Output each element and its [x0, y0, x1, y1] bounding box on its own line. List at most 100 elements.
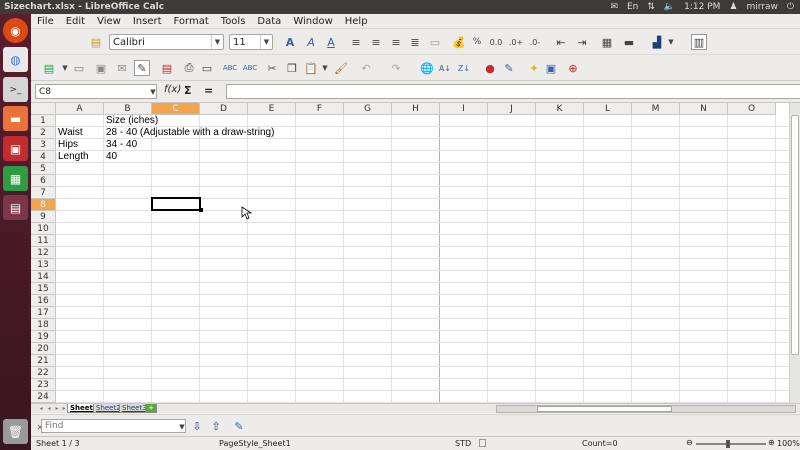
zoom-in-icon[interactable]: ⊕ [768, 438, 775, 447]
menu-data[interactable]: Data [251, 16, 287, 27]
select-all-corner[interactable] [31, 103, 56, 115]
cell-b2[interactable]: 28 - 40 (Adjustable with a draw-string) [104, 127, 274, 139]
redo-icon[interactable]: ↷ [388, 60, 404, 76]
column-header-c[interactable]: C [152, 103, 200, 115]
copy-icon[interactable]: ❐ [284, 60, 300, 76]
menu-insert[interactable]: Insert [127, 16, 168, 27]
row-header[interactable]: 15 [31, 283, 56, 295]
column-header-a[interactable]: A [56, 103, 104, 115]
sum-button[interactable]: Σ [184, 84, 192, 97]
spreadsheet-grid[interactable]: A B C D E F G H I J K L M N O 1 2 3 4 5 … [31, 103, 800, 403]
dash-icon[interactable]: ◉ [3, 18, 28, 43]
function-wizard-button[interactable]: f(x) [164, 84, 181, 95]
row-header[interactable]: 7 [31, 187, 56, 199]
row-header[interactable]: 12 [31, 247, 56, 259]
align-center-icon[interactable]: ≡ [368, 34, 384, 50]
column-header-l[interactable]: L [584, 103, 632, 115]
menu-view[interactable]: View [91, 16, 127, 27]
find-previous-icon[interactable]: ⇧ [208, 418, 224, 434]
column-header-f[interactable]: F [296, 103, 344, 115]
column-header-o[interactable]: O [728, 103, 776, 115]
column-header-i[interactable]: I [440, 103, 488, 115]
cut-icon[interactable]: ✂ [264, 60, 280, 76]
column-header-d[interactable]: D [200, 103, 248, 115]
column-header-b[interactable]: B [104, 103, 152, 115]
decrease-indent-icon[interactable]: ⇤ [553, 34, 569, 50]
styles-icon[interactable]: ▤ [88, 34, 104, 50]
keyboard-icon[interactable]: En [627, 2, 638, 12]
menu-format[interactable]: Format [168, 16, 215, 27]
underline-icon[interactable]: A [323, 34, 339, 50]
terminal-icon[interactable]: >_ [3, 77, 28, 102]
find-replace-icon[interactable]: ✎ [231, 418, 247, 434]
background-color-icon[interactable]: ▬ [621, 34, 637, 50]
column-header-j[interactable]: J [488, 103, 536, 115]
cell-a3[interactable]: Hips [56, 139, 78, 151]
chevron-down-icon[interactable]: ▼ [174, 419, 190, 435]
volume-icon[interactable]: 🔈 [664, 2, 675, 12]
column-header-e[interactable]: E [248, 103, 296, 115]
delete-decimal-icon[interactable]: .0- [527, 34, 543, 50]
cell-a2[interactable]: Waist [56, 127, 83, 139]
zoom-level[interactable]: 100% [777, 439, 800, 448]
cell-b1[interactable]: Size (iches) [104, 115, 158, 127]
export-pdf-icon[interactable]: ▤ [159, 60, 175, 76]
autospell-icon[interactable]: ABC [242, 60, 258, 76]
open-icon[interactable]: ▭ [71, 60, 87, 76]
files-icon[interactable]: ▬ [3, 106, 28, 131]
align-right-icon[interactable]: ≡ [388, 34, 404, 50]
row-header[interactable]: 23 [31, 379, 56, 391]
mail-icon[interactable]: ✉ [610, 2, 618, 12]
number-format-icon[interactable]: 0.0 [488, 34, 504, 50]
sort-ascending-icon[interactable]: A↓ [437, 60, 453, 76]
row-header[interactable]: 5 [31, 163, 56, 175]
row-header[interactable]: 11 [31, 235, 56, 247]
zoom-slider-handle[interactable] [726, 440, 730, 448]
impress-icon[interactable]: ▤ [3, 195, 28, 220]
row-header[interactable]: 10 [31, 223, 56, 235]
trash-icon[interactable]: 🗑 [3, 419, 28, 444]
cell-b3[interactable]: 34 - 40 [104, 139, 137, 151]
chevron-down-icon[interactable]: ▼ [145, 84, 161, 100]
selected-cell-c8[interactable] [151, 197, 201, 211]
calc-icon[interactable]: ▦ [3, 166, 28, 191]
percent-icon[interactable]: % [469, 34, 485, 50]
borders-icon[interactable]: ▦ [599, 34, 615, 50]
menu-help[interactable]: Help [339, 16, 374, 27]
navigator-icon[interactable]: ✦ [526, 60, 542, 76]
chevron-down-icon[interactable]: ▼ [260, 35, 272, 49]
zoom-slider[interactable] [696, 443, 766, 445]
app-icon[interactable]: ▣ [3, 136, 28, 161]
toolbar-options-icon[interactable]: ▥ [691, 34, 707, 50]
row-header[interactable]: 6 [31, 175, 56, 187]
row-header[interactable]: 3 [31, 139, 56, 151]
cell-a4[interactable]: Length [56, 151, 89, 163]
help-icon[interactable]: ⊕ [565, 60, 581, 76]
menu-window[interactable]: Window [287, 16, 338, 27]
zoom-out-icon[interactable]: ⊖ [686, 438, 693, 447]
currency-icon[interactable]: 💰 [451, 34, 467, 50]
row-header[interactable]: 21 [31, 355, 56, 367]
pivot-table-icon[interactable]: ✎ [501, 60, 517, 76]
bold-icon[interactable]: A [282, 34, 298, 50]
row-header[interactable]: 1 [31, 115, 56, 127]
row-header[interactable]: 22 [31, 367, 56, 379]
undo-icon[interactable]: ↶ [358, 60, 374, 76]
row-header[interactable]: 17 [31, 307, 56, 319]
column-header-g[interactable]: G [344, 103, 392, 115]
justify-icon[interactable]: ≣ [407, 34, 423, 50]
menu-file[interactable]: File [31, 16, 60, 27]
row-header[interactable]: 16 [31, 295, 56, 307]
add-decimal-icon[interactable]: .0+ [508, 34, 524, 50]
row-header[interactable]: 2 [31, 127, 56, 139]
print-preview-icon[interactable]: ▭ [199, 60, 215, 76]
row-header[interactable]: 13 [31, 259, 56, 271]
horizontal-scroll-thumb[interactable] [537, 406, 672, 412]
menu-edit[interactable]: Edit [60, 16, 91, 27]
formula-button[interactable]: = [204, 84, 213, 97]
page-style[interactable]: PageStyle_Sheet1 [219, 439, 291, 448]
sort-descending-icon[interactable]: Z↓ [456, 60, 472, 76]
selection-mode[interactable]: STD [455, 439, 471, 448]
align-left-icon[interactable]: ≡ [348, 34, 364, 50]
row-header[interactable]: 19 [31, 331, 56, 343]
